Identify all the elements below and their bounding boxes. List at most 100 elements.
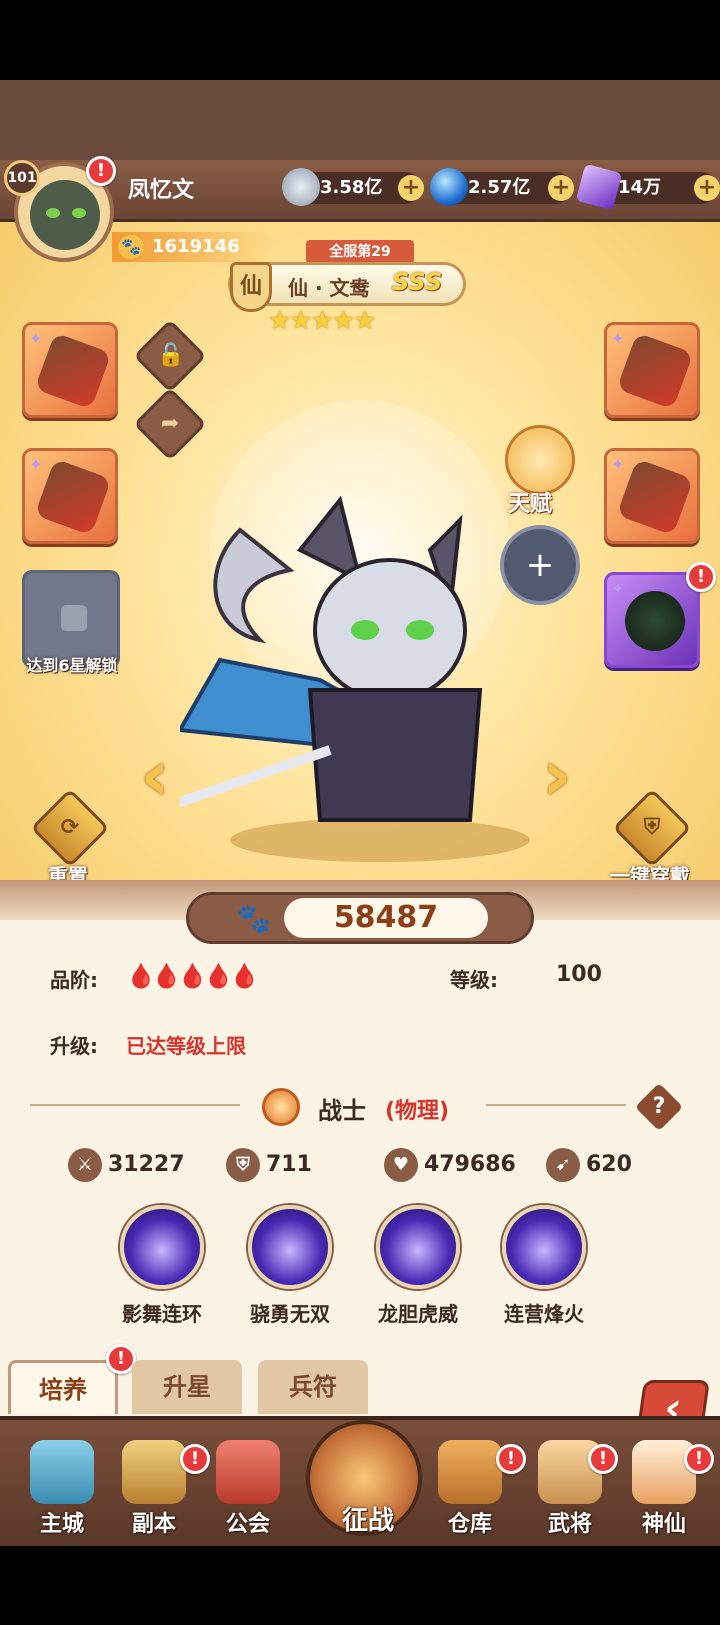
skill-icon-2[interactable]	[248, 1205, 332, 1289]
help-icon: ?	[652, 1094, 666, 1119]
nav-label: 神仙	[641, 1512, 686, 1537]
nav-alert-icon: !	[588, 1444, 618, 1474]
gem-icon: ✦	[29, 329, 43, 348]
hero-body	[307, 688, 483, 822]
skill-name-1: 影舞连环	[122, 1302, 202, 1326]
nav-alert-icon: !	[496, 1444, 526, 1474]
hero-eye	[406, 620, 434, 640]
stat-health: ♥ 479686	[384, 1148, 516, 1182]
hero-title: 仙 · 文鸯	[288, 276, 370, 300]
player-power-value: 1619146	[152, 236, 240, 257]
help-button[interactable]: ?	[634, 1082, 684, 1132]
reset-icon: ⟳	[60, 815, 80, 840]
sword-icon: ⚔	[68, 1148, 102, 1182]
boots-art	[616, 458, 694, 536]
skill-icon-1[interactable]	[120, 1205, 204, 1289]
upgrade-status: 已达等级上限	[126, 1034, 246, 1058]
skill-name-2: 骁勇无双	[250, 1302, 330, 1326]
nav-alert-icon: !	[684, 1444, 714, 1474]
armor-icon: ⛨	[643, 815, 661, 840]
nav-label: 仓库	[447, 1512, 492, 1537]
stat-value: 31227	[108, 1152, 185, 1177]
nav-guild[interactable]: 公会	[208, 1440, 288, 1540]
weapon-art	[34, 332, 112, 410]
equip-slot-helmet[interactable]: ✦	[22, 448, 118, 544]
sword-icon	[122, 1440, 186, 1504]
game-screen: 101 ! 凤忆文 3.58亿 + 2.57亿 + 14万 + 🐾 161914…	[0, 0, 720, 1625]
level-value: 100	[556, 962, 602, 987]
tab-cultivate[interactable]: 培养	[8, 1360, 118, 1414]
equip-slot-boots[interactable]: ✦	[604, 448, 700, 544]
skill-name-3: 龙胆虎威	[378, 1302, 458, 1326]
resource-value: 2.57亿	[468, 177, 531, 198]
gem-icon: ✦	[29, 455, 43, 474]
equip-slot-weapon[interactable]: ✦	[22, 322, 118, 418]
next-hero-arrow[interactable]: ›	[542, 739, 582, 811]
nav-alert-icon: !	[180, 1444, 210, 1474]
stat-value: 479686	[424, 1152, 516, 1177]
resource-coin: 3.58亿 +	[282, 168, 424, 206]
quality-drops: 🩸🩸🩸🩸🩸	[126, 962, 259, 990]
paw-icon: 🐾	[118, 235, 144, 259]
nav-label: 主城	[39, 1512, 84, 1537]
nav-label: 征战	[341, 1506, 394, 1536]
paw-icon: 🐾	[236, 902, 271, 935]
boot-icon: ➹	[546, 1148, 580, 1182]
divider	[486, 1104, 626, 1106]
shield-icon: ⛨	[226, 1148, 260, 1182]
equip-slot-accessory[interactable]: ✦	[604, 572, 700, 668]
add-coin-button[interactable]: +	[398, 175, 424, 201]
combat-power-value: 58487	[284, 898, 488, 938]
player-name: 凤忆文	[128, 178, 195, 203]
class-name: 战士	[318, 1097, 366, 1125]
blue-orb-icon	[430, 168, 468, 206]
avatar-face	[30, 180, 100, 250]
tab-star-up[interactable]: 升星	[132, 1360, 242, 1414]
equip-slot-armor[interactable]: ✦	[604, 322, 700, 418]
lock-icon	[61, 605, 87, 631]
previous-hero-arrow[interactable]: ‹	[140, 739, 180, 811]
class-icon	[262, 1088, 300, 1126]
unlock-icon: 🔓	[157, 343, 185, 368]
rank-shield: 仙	[230, 262, 272, 312]
locked-slot-text: 达到6星解锁	[26, 656, 118, 675]
heart-icon: ♥	[384, 1148, 418, 1182]
bag-icon	[438, 1440, 502, 1504]
skill-icon-3[interactable]	[376, 1205, 460, 1289]
resource-crystal: 14万 +	[575, 163, 720, 211]
divider	[30, 1104, 240, 1106]
skill-icon-4[interactable]	[502, 1205, 586, 1289]
resource-value: 14万	[618, 177, 662, 198]
status-bar-area	[0, 0, 720, 80]
share-icon: ➦	[160, 411, 180, 436]
hero-head	[313, 558, 467, 702]
nav-campaign[interactable]: 征战	[306, 1420, 422, 1536]
skill-name-4: 连营烽火	[504, 1302, 584, 1326]
player-power: 🐾 1619146	[112, 232, 272, 262]
bottom-area	[0, 1546, 720, 1625]
upgrade-label: 升级:	[50, 1034, 98, 1058]
flag-icon	[216, 1440, 280, 1504]
gem-icon: ✦	[611, 329, 625, 348]
stat-defense: ⛨ 711	[226, 1148, 312, 1182]
gem-icon: ✦	[611, 579, 625, 598]
add-crystal-button[interactable]: +	[694, 175, 720, 201]
talent-button[interactable]	[505, 425, 575, 495]
nav-main-city[interactable]: 主城	[22, 1440, 102, 1540]
stat-speed: ➹ 620	[546, 1148, 632, 1182]
hero-shadow	[230, 818, 530, 862]
hero-stars: ★★★★★	[268, 306, 377, 336]
grade-badge: SSS	[392, 268, 443, 296]
class-type: (物理)	[385, 1099, 450, 1124]
tab-troop-token[interactable]: 兵符	[258, 1360, 368, 1414]
resource-value: 3.58亿	[320, 177, 383, 198]
level-label: 等级:	[450, 968, 498, 992]
coin-icon	[282, 168, 320, 206]
top-band	[0, 80, 720, 160]
hero-sword	[180, 745, 332, 808]
gem-icon: ✦	[611, 455, 625, 474]
add-orb-button[interactable]: +	[548, 175, 574, 201]
nav-label: 副本	[131, 1512, 176, 1537]
nav-label: 武将	[547, 1512, 592, 1537]
accessory-alert-icon: !	[686, 562, 716, 592]
